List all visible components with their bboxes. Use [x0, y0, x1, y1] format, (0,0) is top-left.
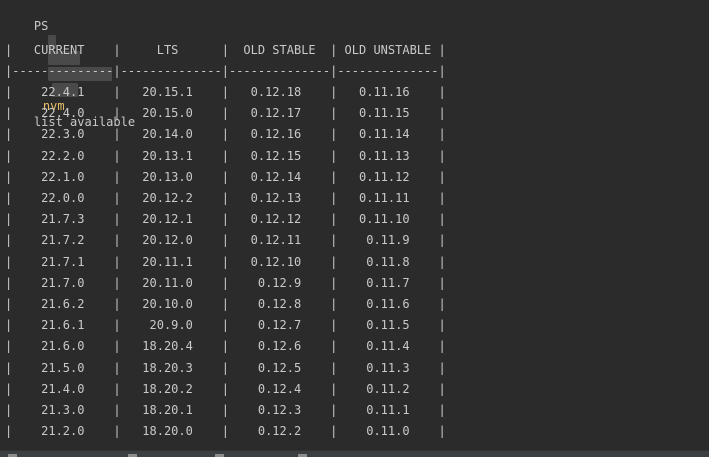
terminal-tab[interactable]	[215, 452, 227, 457]
table-header: | CURRENT | LTS | OLD STABLE | OLD UNSTA…	[5, 43, 446, 57]
table-row: | 21.7.2 | 20.12.0 | 0.12.11 | 0.11.9 |	[5, 233, 446, 248]
table-row: | 21.6.1 | 20.9.0 | 0.12.7 | 0.11.5 |	[5, 318, 446, 333]
table-row: | 21.3.0 | 18.20.1 | 0.12.3 | 0.11.1 |	[5, 403, 446, 417]
table-row: | 22.2.0 | 20.13.1 | 0.12.15 | 0.11.13 |	[5, 148, 446, 163]
git-tab[interactable]	[8, 452, 20, 457]
terminal-panel[interactable]: PS nvm list available | CURRENT | LTS | …	[0, 0, 709, 450]
table-separator: |--------------|--------------|---------…	[5, 64, 446, 78]
table-row: | 21.7.3 | 20.12.1 | 0.12.12 | 0.11.10 |	[5, 212, 446, 227]
table-row: | 21.6.0 | 18.20.4 | 0.12.6 | 0.11.4 |	[5, 339, 446, 354]
problems-tab[interactable]	[128, 452, 140, 457]
table-row: | 22.4.0 | 20.15.0 | 0.12.17 | 0.11.15 |	[5, 106, 446, 121]
table-row: | 22.4.1 | 20.15.1 | 0.12.18 | 0.11.16 |	[5, 85, 446, 99]
table-row: | 21.7.0 | 20.11.0 | 0.12.9 | 0.11.7 |	[5, 275, 446, 290]
table-row: | 22.3.0 | 20.14.0 | 0.12.16 | 0.11.14 |	[5, 127, 446, 142]
table-row: | 21.7.1 | 20.11.1 | 0.12.10 | 0.11.8 |	[5, 254, 446, 269]
table-row: | 22.1.0 | 20.13.0 | 0.12.14 | 0.11.12 |	[5, 169, 446, 184]
table-row: | 21.4.0 | 18.20.2 | 0.12.4 | 0.11.2 |	[5, 381, 446, 396]
table-row: | 21.5.0 | 18.20.3 | 0.12.5 | 0.11.3 |	[5, 360, 446, 375]
tool-window-bar	[0, 450, 709, 457]
table-row: | 22.0.0 | 20.12.2 | 0.12.13 | 0.11.11 |	[5, 191, 446, 205]
table-row: | 21.6.2 | 20.10.0 | 0.12.8 | 0.11.6 |	[5, 297, 446, 311]
services-tab[interactable]	[298, 452, 310, 457]
prompt-line: PS nvm list available	[5, 2, 135, 129]
table-row: | 21.2.0 | 18.20.0 | 0.12.2 | 0.11.0 |	[5, 424, 446, 439]
prompt-prefix: PS	[33, 19, 49, 33]
